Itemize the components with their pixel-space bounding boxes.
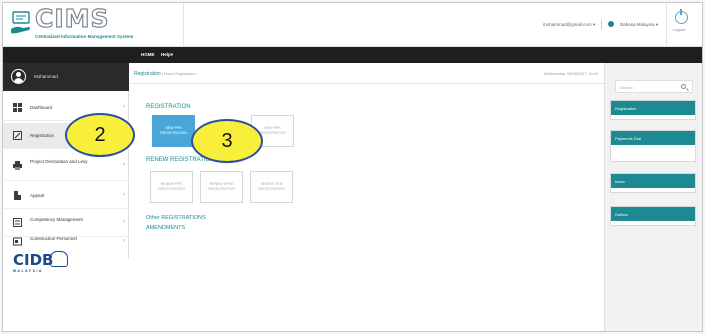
logout-button[interactable]: Logout bbox=[666, 3, 696, 47]
globe-icon bbox=[608, 21, 615, 27]
user-email: mohammad@gmail.com bbox=[542, 22, 592, 27]
chevron-right-icon: › bbox=[123, 219, 125, 225]
logo-wordmark: CIMS bbox=[34, 3, 110, 33]
search-icon bbox=[681, 84, 686, 89]
chevron-right-icon: › bbox=[123, 192, 125, 198]
header-user-area: mohammad@gmail.com ▾ Bahasa Malaysia ▾ L… bbox=[543, 3, 696, 47]
card-header: Outbox bbox=[611, 207, 695, 221]
language-menu[interactable]: Bahasa Malaysia ▾ bbox=[620, 22, 658, 28]
sidebar-item-appeal[interactable]: Appeal › bbox=[3, 183, 129, 209]
cidb-logo-text: CIDB bbox=[13, 251, 54, 269]
chevron-right-icon: › bbox=[123, 162, 125, 168]
user-profile[interactable]: Mohammad bbox=[3, 63, 129, 91]
chevron-right-icon: › bbox=[123, 104, 125, 110]
breadcrumb: | Home Registration bbox=[162, 72, 196, 76]
renew-spkk-button[interactable]: RENEW SPKK REGISTRATION bbox=[200, 171, 243, 203]
nav-home[interactable]: HOME bbox=[141, 52, 155, 57]
dashboard-icon bbox=[13, 103, 22, 112]
logo-subtitle: Centralized Information Management Syste… bbox=[35, 34, 134, 39]
inbox-card[interactable]: Inbox bbox=[610, 173, 696, 193]
avatar-icon bbox=[11, 69, 26, 84]
renew-ppk-button[interactable]: RENEW PPK REGISTRATION bbox=[150, 171, 193, 203]
card-header: Payments Due bbox=[611, 131, 695, 145]
right-panel: Search Registration Payments Due Inbox O… bbox=[604, 63, 702, 331]
page-title: Registration | Home Registration bbox=[134, 71, 196, 77]
card-title: Outbox bbox=[615, 212, 628, 217]
top-navbar: HOME Help▾ bbox=[3, 47, 702, 63]
document-icon bbox=[13, 218, 22, 227]
header-separator bbox=[601, 20, 603, 30]
printer-icon bbox=[13, 161, 22, 170]
main-content: Registration | Home Registration Wednesd… bbox=[130, 63, 604, 331]
outbox-card[interactable]: Outbox bbox=[610, 206, 696, 226]
card-title: Payments Due bbox=[615, 136, 642, 141]
breadcrumb-bar: Registration | Home Registration Wednesd… bbox=[130, 63, 604, 84]
search-placeholder: Search bbox=[620, 85, 633, 90]
page-title-text: Registration bbox=[134, 71, 161, 77]
sidebar-item-label: Appeal bbox=[30, 193, 45, 198]
language-label: Bahasa Malaysia bbox=[620, 22, 655, 27]
app-header: CIMS Centralized Information Management … bbox=[3, 3, 702, 47]
nav-help[interactable]: Help▾ bbox=[161, 52, 173, 58]
payments-due-card[interactable]: Payments Due bbox=[610, 130, 696, 162]
amendments-link[interactable]: AMENDMENTS bbox=[146, 225, 185, 231]
edit-icon bbox=[13, 131, 22, 140]
appeal-icon bbox=[14, 191, 21, 200]
search-input[interactable]: Search bbox=[615, 80, 693, 93]
cidb-logo-sub: MALAYSIA bbox=[13, 269, 43, 273]
logout-label: Logout bbox=[673, 27, 686, 32]
id-card-icon bbox=[13, 237, 22, 246]
sidebar-item-label: Project Declaration and Levy bbox=[30, 159, 88, 164]
card-title: Registration bbox=[615, 106, 637, 111]
new-ppk-registration-button[interactable]: NEW PPK REGISTRATION bbox=[152, 115, 195, 147]
app-window: CIMS Centralized Information Management … bbox=[2, 2, 703, 332]
card-header: Inbox bbox=[611, 174, 695, 188]
sidebar: Mohammad Dashboard › Registration Projec… bbox=[3, 63, 129, 273]
header-divider bbox=[183, 3, 184, 47]
current-date: Wednesday, 09/08/2017 10:44 bbox=[543, 71, 598, 76]
renew-stb-button[interactable]: RENEW STB REGISTRATION bbox=[250, 171, 293, 203]
power-icon bbox=[675, 9, 688, 24]
profile-name: Mohammad bbox=[34, 74, 58, 79]
user-email-menu[interactable]: mohammad@gmail.com ▾ bbox=[543, 22, 595, 28]
card-title: Inbox bbox=[615, 179, 625, 184]
callout-3: 3 bbox=[191, 119, 263, 163]
cidb-logo: CIDB MALAYSIA bbox=[13, 251, 73, 273]
cidb-badge-icon bbox=[50, 251, 68, 267]
sidebar-item-label: Construction Personnel bbox=[30, 236, 77, 241]
other-registrations-link[interactable]: Other REGISTRATIONS bbox=[146, 215, 206, 221]
sidebar-item-label: Competency Management bbox=[30, 217, 83, 222]
cims-logo[interactable]: CIMS Centralized Information Management … bbox=[9, 3, 179, 43]
sidebar-item-label: Dashboard bbox=[30, 105, 53, 110]
registration-card[interactable]: Registration bbox=[610, 100, 696, 120]
registration-section-title: REGISTRATION bbox=[146, 104, 191, 110]
nav-help-label: Help bbox=[161, 52, 171, 57]
card-header: Registration bbox=[611, 101, 695, 115]
callout-2: 2 bbox=[65, 113, 135, 157]
hand-device-icon bbox=[11, 11, 30, 34]
chevron-right-icon: › bbox=[123, 238, 125, 244]
